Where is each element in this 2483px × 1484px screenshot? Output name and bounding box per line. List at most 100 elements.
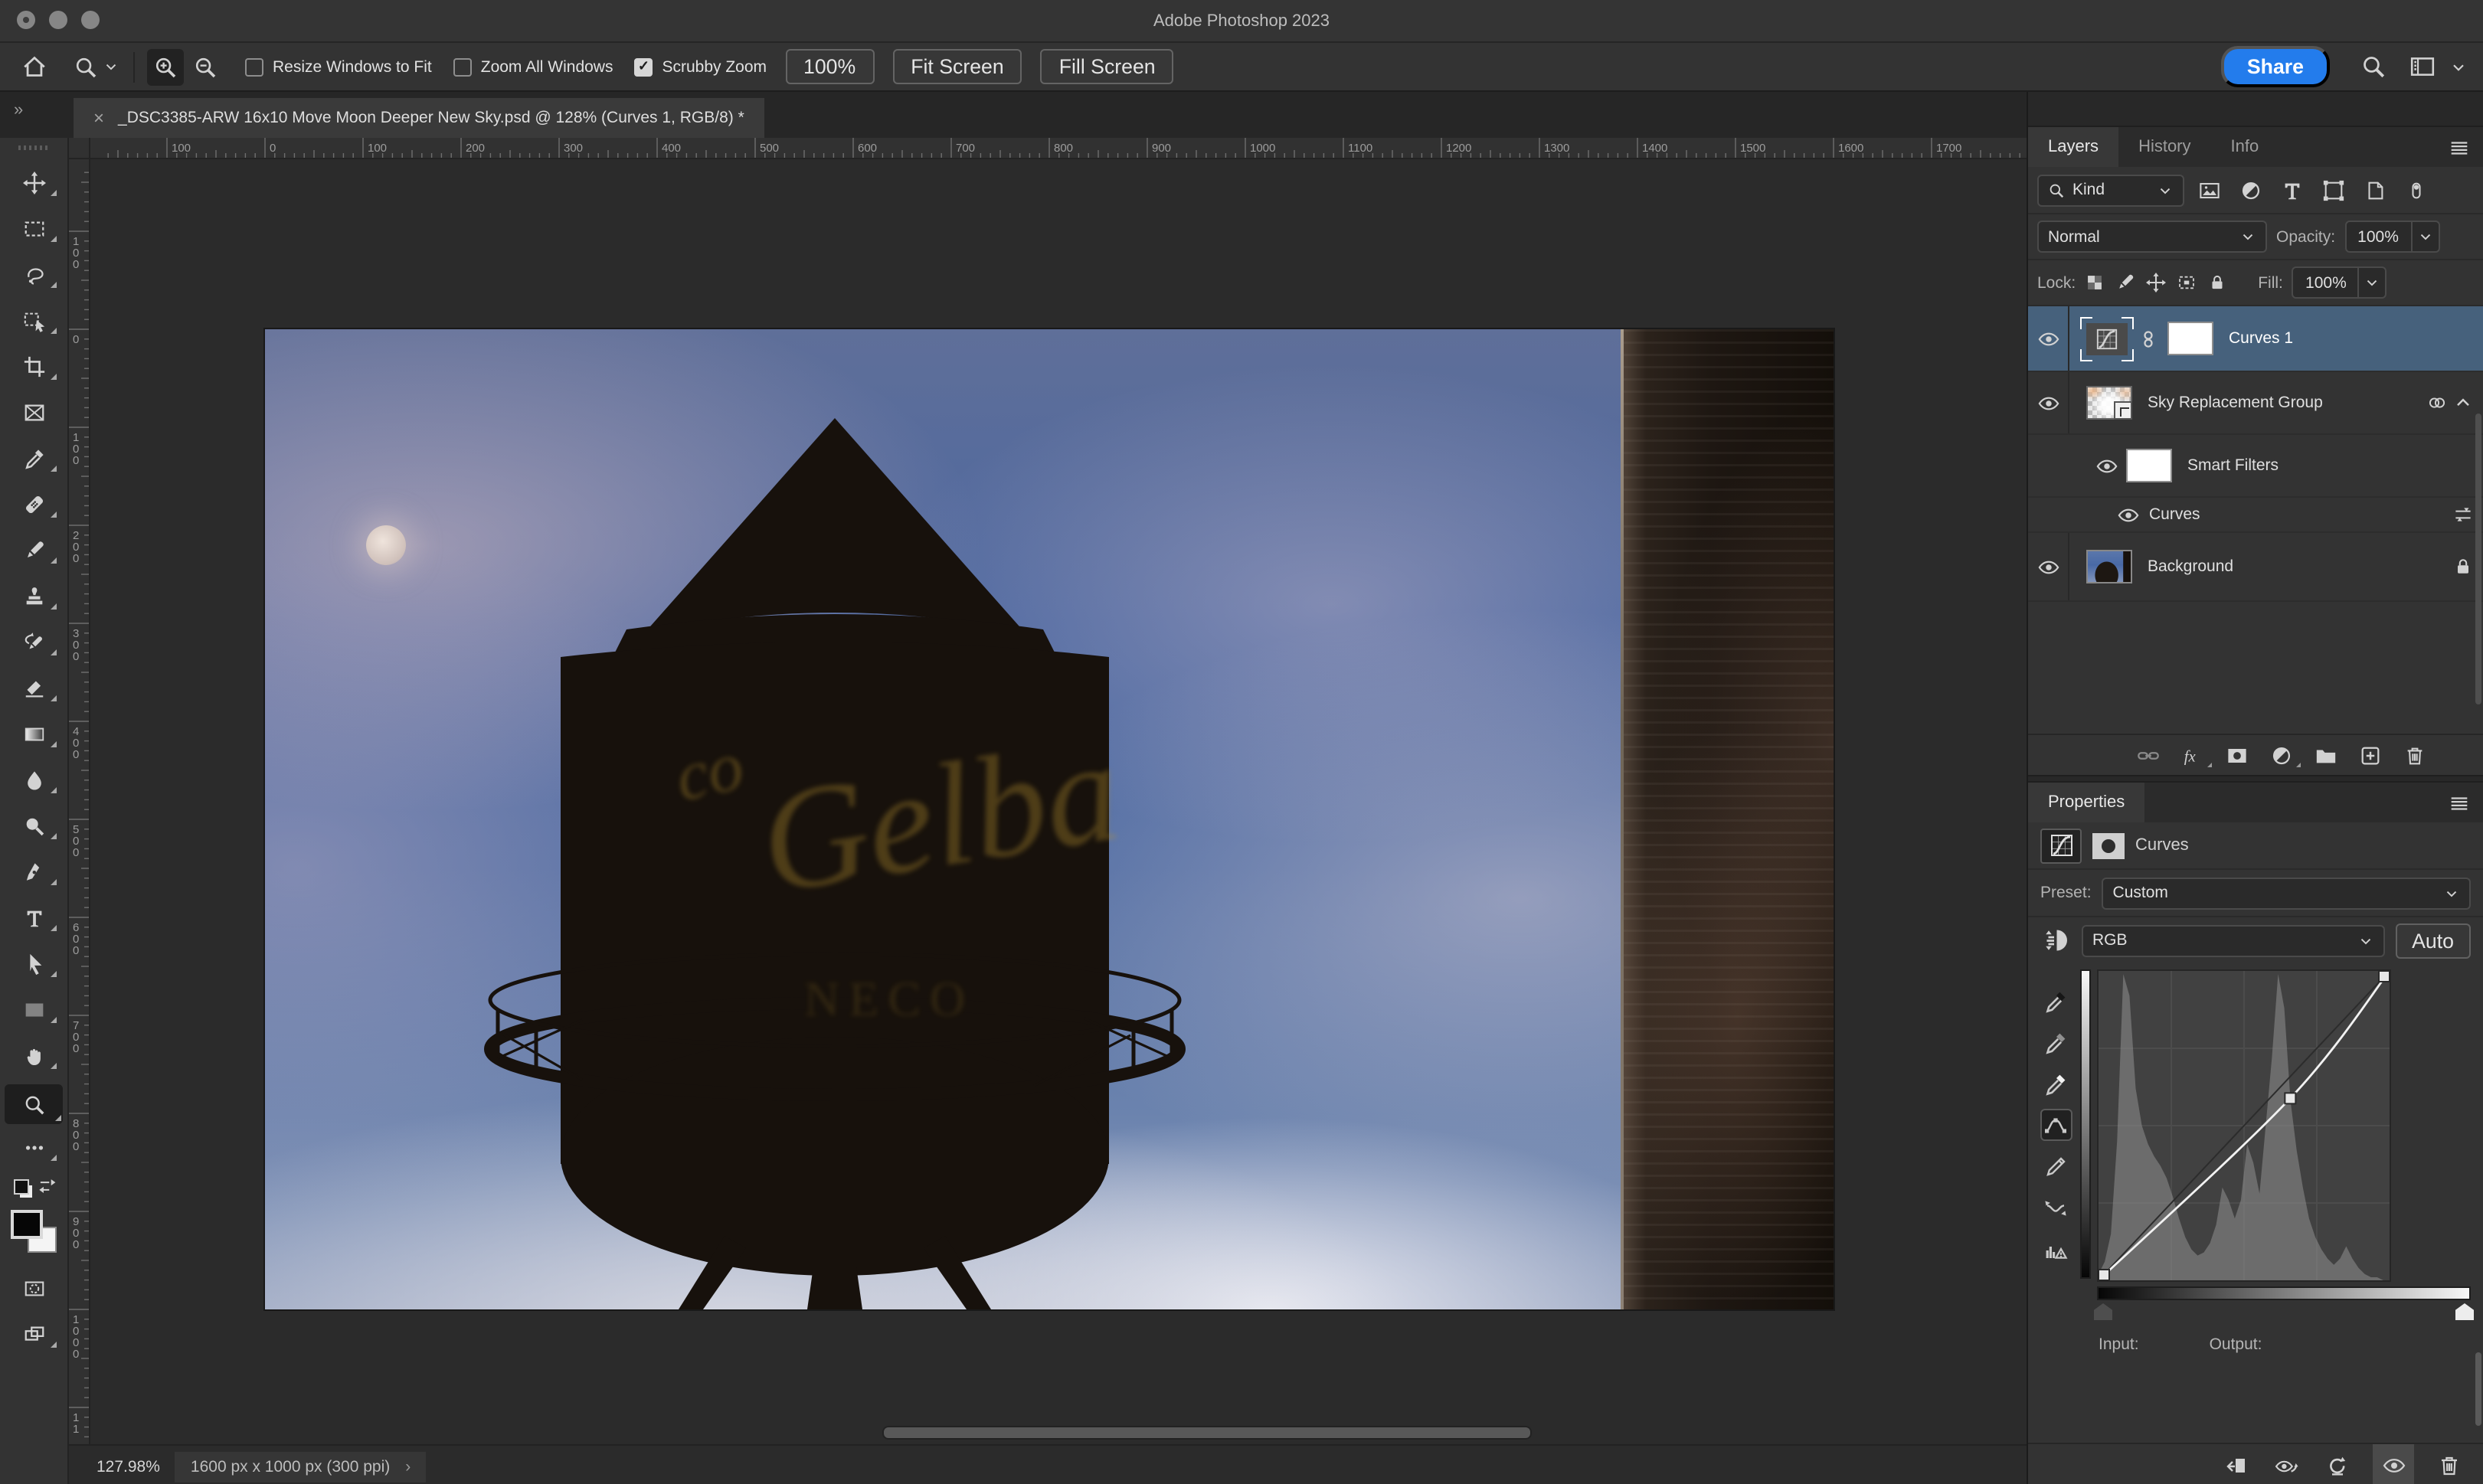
new-adjustment-layer-icon[interactable]: [2270, 744, 2293, 767]
clip-to-layer-icon[interactable]: [2221, 1450, 2252, 1480]
curves-adjustment-icon[interactable]: [2040, 828, 2082, 863]
filter-image-layers-icon[interactable]: [2192, 173, 2226, 207]
workspace-chevron-icon[interactable]: [2449, 57, 2468, 76]
zoom-tool-icon[interactable]: [67, 48, 104, 85]
link-layers-icon[interactable]: [2137, 744, 2160, 767]
status-document-info[interactable]: 1600 px x 1000 px (300 ppi) ›: [175, 1451, 426, 1482]
zoom-100-button[interactable]: 100%: [785, 49, 874, 84]
checkbox-box[interactable]: ✓: [634, 57, 653, 76]
checkbox-resize-windows[interactable]: Resize Windows to Fit: [245, 57, 432, 76]
layer-name[interactable]: Sky Replacement Group: [2148, 394, 2323, 412]
history-brush-tool[interactable]: [9, 625, 58, 659]
checkbox-box[interactable]: [453, 57, 472, 76]
tab-layers[interactable]: Layers: [2028, 127, 2118, 167]
expand-panels-icon[interactable]: »: [14, 101, 21, 119]
marquee-tool[interactable]: [9, 211, 58, 245]
layer-name[interactable]: Smart Filters: [2187, 456, 2279, 475]
minimize-window-button[interactable]: [49, 11, 67, 29]
highlight-input-slider[interactable]: [2455, 1303, 2474, 1320]
crop-tool[interactable]: [9, 349, 58, 383]
delete-adjustment-icon[interactable]: [2434, 1450, 2465, 1480]
draw-curve-pencil-icon[interactable]: [2040, 1150, 2072, 1182]
healing-brush-tool[interactable]: [9, 487, 58, 521]
swap-colors-icon[interactable]: [37, 1176, 57, 1196]
close-tab-icon[interactable]: ×: [93, 107, 104, 129]
filter-blending-options-icon[interactable]: [2452, 504, 2474, 525]
auto-button[interactable]: Auto: [2395, 923, 2471, 958]
channel-dropdown[interactable]: RGB: [2082, 924, 2384, 956]
mask-properties-icon[interactable]: [2092, 832, 2125, 858]
background-layer-thumbnail[interactable]: [2086, 550, 2132, 583]
pen-tool[interactable]: [9, 855, 58, 888]
frame-tool[interactable]: [9, 395, 58, 429]
object-selection-tool[interactable]: [9, 303, 58, 337]
delete-layer-icon[interactable]: [2403, 744, 2426, 767]
dodge-tool[interactable]: [9, 809, 58, 842]
brush-tool[interactable]: [9, 533, 58, 567]
quick-mask-button[interactable]: [9, 1271, 58, 1305]
smart-object-thumbnail[interactable]: [2086, 386, 2132, 420]
tab-history[interactable]: History: [2118, 127, 2210, 167]
layer-name[interactable]: Curves 1: [2229, 329, 2293, 348]
reset-adjustment-icon[interactable]: [2322, 1450, 2353, 1480]
smart-filters-eye-icon[interactable]: [2095, 454, 2118, 477]
checkbox-zoom-all-windows[interactable]: Zoom All Windows: [453, 57, 613, 76]
white-point-eyedropper-icon[interactable]: [2040, 1067, 2072, 1100]
foreground-color-swatch[interactable]: [11, 1210, 43, 1239]
collapse-group-chevron-icon[interactable]: [2452, 392, 2474, 413]
layer-row-curves-filter[interactable]: Curves: [2028, 498, 2483, 533]
type-tool[interactable]: [9, 901, 58, 934]
curves-graph[interactable]: [2097, 969, 2391, 1282]
fit-screen-button[interactable]: Fit Screen: [892, 49, 1022, 84]
search-icon[interactable]: [2354, 48, 2391, 85]
document-tab[interactable]: × _DSC3385-ARW 16x10 Move Moon Deeper Ne…: [74, 98, 764, 138]
opacity-dropdown[interactable]: 100%: [2344, 221, 2439, 253]
layer-row-sky-replacement-group[interactable]: Sky Replacement Group: [2028, 372, 2483, 435]
blend-mode-dropdown[interactable]: Normal: [2037, 221, 2267, 253]
toggle-visibility-icon[interactable]: [2373, 1444, 2414, 1484]
layer-visibility-eye-icon[interactable]: [2028, 533, 2069, 600]
adjustment-layer-thumbnail[interactable]: [2086, 322, 2128, 355]
layer-row-smart-filters[interactable]: Smart Filters: [2028, 435, 2483, 498]
targeted-adjustment-icon[interactable]: [2040, 925, 2071, 956]
status-chevron-icon[interactable]: ›: [405, 1457, 411, 1476]
layer-row-background[interactable]: Background: [2028, 533, 2483, 602]
move-tool[interactable]: [9, 165, 58, 199]
canvas-viewport[interactable]: co Gelba NECO: [89, 158, 2027, 1446]
eraser-tool[interactable]: [9, 671, 58, 704]
tool-preset-chevron-icon[interactable]: [103, 57, 121, 76]
lock-pixels-icon[interactable]: [2115, 273, 2135, 293]
screen-mode-button[interactable]: [9, 1317, 58, 1351]
status-zoom-level[interactable]: 127.98%: [97, 1457, 160, 1476]
checkbox-box[interactable]: [245, 57, 263, 76]
layer-row-curves-1[interactable]: Curves 1: [2028, 306, 2483, 372]
new-layer-icon[interactable]: [2359, 744, 2382, 767]
gray-point-eyedropper-icon[interactable]: [2040, 1026, 2072, 1058]
fill-value[interactable]: 100%: [2294, 273, 2358, 292]
zoom-tool[interactable]: [5, 1084, 63, 1124]
layer-name[interactable]: Background: [2148, 557, 2233, 576]
share-button[interactable]: Share: [2221, 46, 2330, 87]
shape-tool[interactable]: [9, 992, 58, 1026]
home-button[interactable]: [15, 48, 52, 85]
clipping-warning-icon[interactable]: [2040, 1233, 2072, 1265]
horizontal-scrollbar-thumb[interactable]: [882, 1426, 1532, 1440]
properties-scrollbar-thumb[interactable]: [2475, 1352, 2481, 1426]
tab-info[interactable]: Info: [2211, 127, 2279, 167]
ruler-origin-corner[interactable]: [69, 138, 90, 159]
maximize-window-button[interactable]: [81, 11, 100, 29]
workspace-switcher-icon[interactable]: [2403, 48, 2440, 85]
lasso-tool[interactable]: [9, 257, 58, 291]
tab-properties[interactable]: Properties: [2028, 783, 2144, 822]
shadow-input-slider[interactable]: [2094, 1303, 2112, 1320]
filter-adjustment-layers-icon[interactable]: [2233, 173, 2267, 207]
filter-kind-dropdown[interactable]: Kind: [2037, 174, 2184, 206]
fill-screen-button[interactable]: Fill Screen: [1041, 49, 1174, 84]
layer-mask-thumbnail[interactable]: [2167, 322, 2213, 355]
default-colors-icon[interactable]: [14, 1179, 29, 1195]
gradient-tool[interactable]: [9, 717, 58, 750]
filter-type-layers-icon[interactable]: [2275, 173, 2308, 207]
canvas-image[interactable]: co Gelba NECO: [265, 329, 1834, 1309]
default-colors-control[interactable]: [11, 1176, 57, 1201]
curves-filter-eye-icon[interactable]: [2117, 503, 2140, 526]
